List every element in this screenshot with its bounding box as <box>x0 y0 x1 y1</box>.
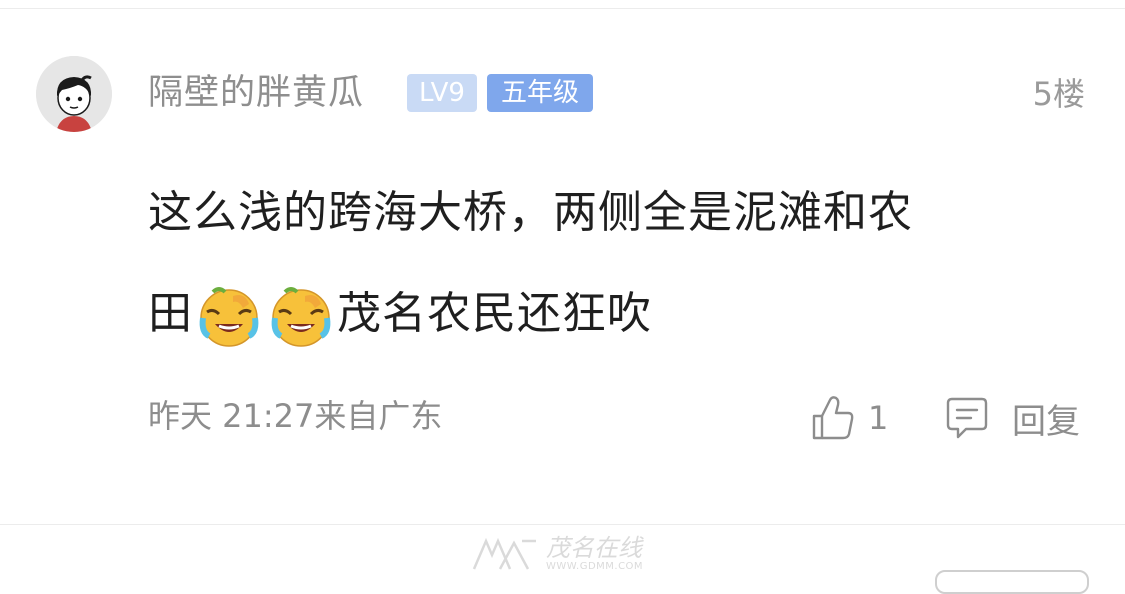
username[interactable]: 隔壁的胖黄瓜 <box>148 71 364 115</box>
grade-badge: 五年级 <box>487 74 593 112</box>
watermark-logo-icon <box>472 537 536 570</box>
reply-button[interactable]: 回复 <box>944 393 1080 443</box>
comment-line-2: 田 茂名农民还狂吹 <box>148 263 1068 364</box>
avatar-illustration-icon <box>36 56 112 132</box>
comment-text-line-2-suffix: 茂名农民还狂吹 <box>337 288 652 339</box>
comment-text-line-1: 这么浅的跨海大桥，两侧全是泥滩和农 <box>148 187 913 238</box>
comment-bubble-icon <box>946 397 988 439</box>
user-avatar[interactable] <box>36 56 112 132</box>
level-badge: LV9 <box>407 74 477 112</box>
face-with-tears-of-joy-icon <box>193 278 265 350</box>
bottom-divider <box>0 524 1125 525</box>
watermark-url: WWW.GDMM.COM <box>546 561 644 572</box>
like-count: 1 <box>868 399 889 437</box>
comment-text-line-2-prefix: 田 <box>148 288 193 339</box>
comment-content: 这么浅的跨海大桥，两侧全是泥滩和农 田 茂名农民还狂吹 <box>148 162 1068 364</box>
floor-number: 5楼 <box>1032 75 1085 113</box>
thumbs-up-icon <box>812 396 854 440</box>
partial-next-element <box>935 570 1089 594</box>
like-button[interactable]: 1 <box>810 393 888 443</box>
watermark-title: 茂名在线 <box>546 534 642 562</box>
reply-label: 回复 <box>1012 401 1080 442</box>
face-with-tears-of-joy-icon <box>265 278 337 350</box>
comment-timestamp: 昨天 21:27来自广东 <box>148 397 443 435</box>
site-watermark: 茂名在线 WWW.GDMM.COM <box>470 532 643 576</box>
top-divider <box>0 8 1125 9</box>
comment-line-1: 这么浅的跨海大桥，两侧全是泥滩和农 <box>148 162 1068 263</box>
